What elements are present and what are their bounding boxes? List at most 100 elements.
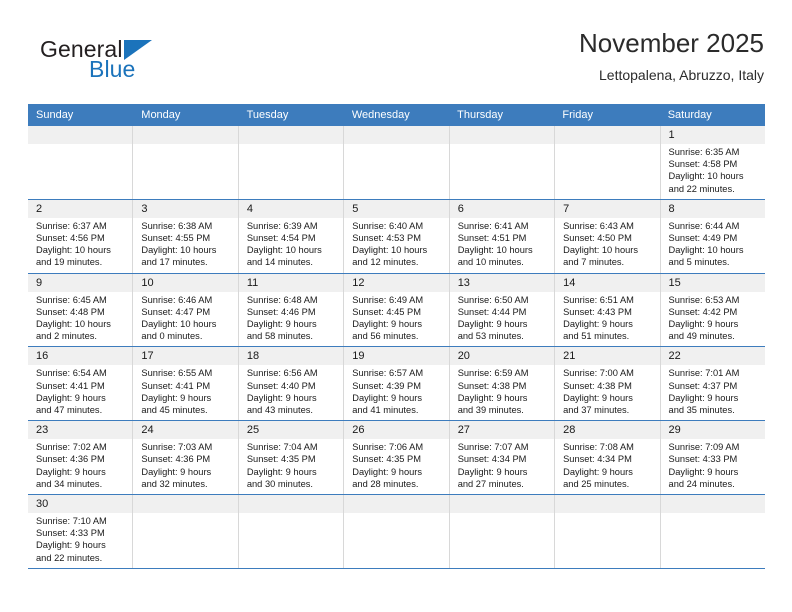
day-number: [238, 495, 344, 514]
daylight-duration-line1: Daylight: 10 hours: [246, 245, 322, 256]
calendar-page: General Blue November 2025 Lettopalena, …: [0, 0, 792, 612]
calendar-day-cell-empty: [555, 495, 661, 568]
calendar-day-cell[interactable]: 19 Sunrise: 6:57 AM Sunset: 4:39 PM Dayligh…: [344, 347, 450, 421]
calendar-day-cell[interactable]: 24 Sunrise: 7:03 AM Sunset: 4:36 PM Dayligh…: [133, 421, 239, 495]
day-number: 14: [555, 273, 660, 292]
calendar-day-cell[interactable]: 12 Sunrise: 6:49 AM Sunset: 4:45 PM Dayligh…: [344, 273, 450, 347]
weekday-header-thursday: Thursday: [457, 109, 503, 121]
sunset-time: Sunset: 4:56 PM: [36, 233, 105, 244]
daylight-duration-line2: and 35 minutes.: [668, 405, 735, 416]
page-header: General Blue November 2025 Lettopalena, …: [28, 26, 764, 100]
daylight-duration-line2: and 39 minutes.: [457, 405, 524, 416]
day-number: [344, 495, 449, 514]
day-number: [555, 495, 660, 514]
sunrise-time: Sunrise: 7:02 AM: [36, 442, 107, 453]
calendar-day-cell-empty: [449, 495, 556, 568]
sunrise-time: Sunrise: 6:50 AM: [457, 294, 529, 305]
sunset-time: Sunset: 4:50 PM: [563, 233, 632, 244]
daylight-duration-line2: and 53 minutes.: [457, 331, 524, 342]
calendar-day-cell-empty: [28, 126, 134, 199]
day-number: [555, 126, 660, 144]
calendar-day-cell[interactable]: 25 Sunrise: 7:04 AM Sunset: 4:35 PM Dayligh…: [238, 421, 345, 495]
calendar-day-cell[interactable]: 9 Sunrise: 6:45 AM Sunset: 4:48 PM Daylight…: [28, 273, 134, 347]
day-sun-info: Sunrise: 7:00 AM Sunset: 4:38 PM Daylight:…: [555, 365, 659, 420]
sunrise-time: Sunrise: 7:04 AM: [246, 442, 318, 453]
daylight-duration-line2: and 43 minutes.: [246, 405, 313, 416]
weekday-header-sunday: Sunday: [36, 109, 74, 121]
daylight-duration-line2: and 5 minutes.: [668, 257, 730, 268]
sunrise-time: Sunrise: 7:00 AM: [563, 368, 634, 379]
day-number: 12: [344, 273, 449, 292]
calendar-day-cell[interactable]: 27 Sunrise: 7:07 AM Sunset: 4:34 PM Dayligh…: [449, 421, 556, 495]
daylight-duration-line2: and 32 minutes.: [141, 478, 208, 489]
calendar-day-cell[interactable]: 14 Sunrise: 6:51 AM Sunset: 4:43 PM Dayligh…: [555, 273, 661, 347]
day-number: 8: [660, 199, 765, 218]
calendar-day-cell[interactable]: 7 Sunrise: 6:43 AM Sunset: 4:50 PM Daylight…: [555, 199, 661, 273]
calendar-day-cell[interactable]: 26 Sunrise: 7:06 AM Sunset: 4:35 PM Dayligh…: [344, 421, 450, 495]
sunrise-time: Sunrise: 6:53 AM: [668, 294, 740, 305]
sunrise-time: Sunrise: 6:44 AM: [668, 220, 740, 231]
calendar-day-cell[interactable]: 13 Sunrise: 6:50 AM Sunset: 4:44 PM Dayligh…: [449, 273, 556, 347]
daylight-duration-line2: and 7 minutes.: [563, 257, 625, 268]
daylight-duration-line2: and 25 minutes.: [563, 478, 630, 489]
daylight-duration-line1: Daylight: 9 hours: [668, 466, 739, 477]
daylight-duration-line1: Daylight: 9 hours: [668, 392, 739, 403]
calendar-day-cell-empty: [133, 126, 239, 199]
day-sun-info: Sunrise: 6:54 AM Sunset: 4:41 PM Daylight:…: [28, 365, 132, 420]
day-number: 4: [238, 199, 344, 218]
calendar-day-cell[interactable]: 29 Sunrise: 7:09 AM Sunset: 4:33 PM Dayligh…: [660, 421, 765, 495]
daylight-duration-line2: and 51 minutes.: [563, 331, 630, 342]
calendar-day-cell[interactable]: 30 Sunrise: 7:10 AM Sunset: 4:33 PM Dayligh…: [28, 495, 134, 568]
sunset-time: Sunset: 4:36 PM: [36, 454, 105, 465]
day-number: 15: [660, 273, 765, 292]
calendar-day-cell[interactable]: 3 Sunrise: 6:38 AM Sunset: 4:55 PM Daylight…: [133, 199, 239, 273]
calendar-day-cell[interactable]: 2 Sunrise: 6:37 AM Sunset: 4:56 PM Daylight…: [28, 199, 134, 273]
daylight-duration-line1: Daylight: 9 hours: [141, 392, 212, 403]
sunrise-time: Sunrise: 6:49 AM: [352, 294, 424, 305]
day-sun-info: Sunrise: 6:44 AM Sunset: 4:49 PM Daylight:…: [661, 218, 765, 273]
calendar-day-cell[interactable]: 10 Sunrise: 6:46 AM Sunset: 4:47 PM Dayligh…: [133, 273, 239, 347]
calendar-day-cell[interactable]: 23 Sunrise: 7:02 AM Sunset: 4:36 PM Dayligh…: [28, 421, 134, 495]
calendar-day-cell[interactable]: 5 Sunrise: 6:40 AM Sunset: 4:53 PM Daylight…: [344, 199, 450, 273]
calendar-day-cell[interactable]: 18 Sunrise: 6:56 AM Sunset: 4:40 PM Dayligh…: [238, 347, 345, 421]
calendar-week-row: 23 Sunrise: 7:02 AM Sunset: 4:36 PM Dayligh…: [28, 421, 765, 496]
daylight-duration-line1: Daylight: 10 hours: [141, 245, 217, 256]
sunset-time: Sunset: 4:40 PM: [246, 380, 316, 391]
calendar-day-cell[interactable]: 20 Sunrise: 6:59 AM Sunset: 4:38 PM Dayligh…: [449, 347, 556, 421]
calendar-day-cell-empty: [344, 495, 450, 568]
daylight-duration-line1: Daylight: 9 hours: [36, 392, 106, 403]
daylight-duration-line1: Daylight: 9 hours: [352, 319, 423, 330]
sunrise-time: Sunrise: 6:51 AM: [563, 294, 634, 305]
sunset-time: Sunset: 4:55 PM: [141, 233, 211, 244]
calendar-day-cell[interactable]: 22 Sunrise: 7:01 AM Sunset: 4:37 PM Dayligh…: [660, 347, 765, 421]
daylight-duration-line2: and 34 minutes.: [36, 478, 103, 489]
daylight-duration-line1: Daylight: 9 hours: [141, 466, 212, 477]
calendar-day-cell[interactable]: 16 Sunrise: 6:54 AM Sunset: 4:41 PM Dayligh…: [28, 347, 134, 421]
day-number: 26: [344, 421, 449, 440]
sunrise-time: Sunrise: 7:01 AM: [668, 368, 740, 379]
sunset-time: Sunset: 4:46 PM: [246, 306, 316, 317]
day-number: 1: [660, 126, 765, 144]
calendar-day-cell[interactable]: 4 Sunrise: 6:39 AM Sunset: 4:54 PM Daylight…: [238, 199, 345, 273]
general-blue-logo[interactable]: General Blue: [28, 32, 228, 92]
calendar-day-cell[interactable]: 17 Sunrise: 6:55 AM Sunset: 4:41 PM Dayligh…: [133, 347, 239, 421]
calendar-day-cell[interactable]: 1 Sunrise: 6:35 AM Sunset: 4:58 PM Daylight…: [660, 126, 765, 199]
calendar-day-cell[interactable]: 6 Sunrise: 6:41 AM Sunset: 4:51 PM Daylight…: [449, 199, 556, 273]
page-subtitle: Lettopalena, Abruzzo, Italy: [599, 67, 764, 83]
calendar-day-cell[interactable]: 28 Sunrise: 7:08 AM Sunset: 4:34 PM Dayligh…: [555, 421, 661, 495]
daylight-duration-line1: Daylight: 10 hours: [352, 245, 428, 256]
calendar-day-cell[interactable]: 11 Sunrise: 6:48 AM Sunset: 4:46 PM Dayligh…: [238, 273, 345, 347]
sunset-time: Sunset: 4:47 PM: [141, 306, 211, 317]
weekday-header-monday: Monday: [141, 109, 181, 121]
calendar-day-cell[interactable]: 8 Sunrise: 6:44 AM Sunset: 4:49 PM Daylight…: [660, 199, 765, 273]
day-number: 10: [133, 273, 238, 292]
logo-text-blue: Blue: [89, 56, 136, 82]
day-sun-info: Sunrise: 6:45 AM Sunset: 4:48 PM Daylight:…: [28, 292, 132, 347]
calendar-day-cell[interactable]: 15 Sunrise: 6:53 AM Sunset: 4:42 PM Dayligh…: [660, 273, 765, 347]
calendar-week-row: 16 Sunrise: 6:54 AM Sunset: 4:41 PM Dayligh…: [28, 347, 765, 422]
sunset-time: Sunset: 4:58 PM: [668, 159, 738, 170]
calendar-day-cell[interactable]: 21 Sunrise: 7:00 AM Sunset: 4:38 PM Dayligh…: [555, 347, 661, 421]
daylight-duration-line2: and 17 minutes.: [141, 257, 208, 268]
day-number: 9: [28, 273, 133, 292]
sunrise-time: Sunrise: 6:46 AM: [141, 294, 213, 305]
